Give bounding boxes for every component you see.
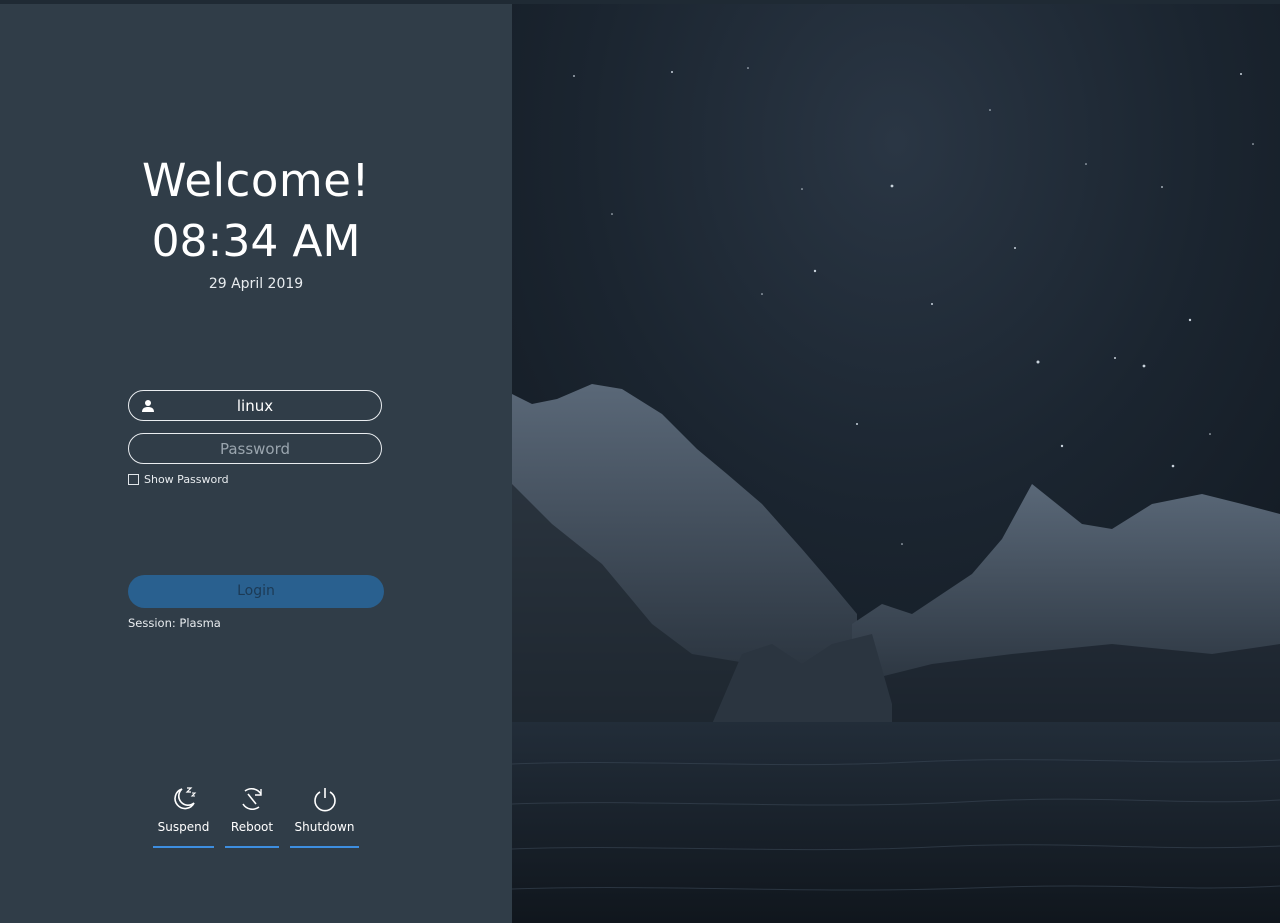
login-button[interactable]: Login (128, 575, 384, 608)
suspend-moon-icon (173, 787, 196, 810)
password-placeholder: Password (219, 440, 291, 458)
show-password-label: Show Password (144, 473, 229, 486)
login-screen: Welcome! 08:34 AM 29 April 2019 linux Pa… (0, 0, 1280, 923)
wallpaper-night-mountains (512, 4, 1280, 923)
username-field[interactable]: linux (128, 390, 382, 421)
suspend-label: Suspend (157, 820, 210, 834)
session-selector[interactable]: Session: Plasma (128, 616, 221, 630)
shutdown-button[interactable]: Shutdown (290, 784, 359, 848)
lake (512, 722, 1280, 923)
suspend-button[interactable]: Suspend (153, 784, 214, 848)
reboot-label: Reboot (230, 820, 274, 834)
welcome-heading: Welcome! (142, 154, 370, 207)
power-icon (313, 788, 336, 812)
username-value: linux (236, 397, 274, 415)
clock-time: 08:34 AM (151, 216, 361, 267)
suspend-underline (153, 846, 214, 848)
shutdown-underline (290, 846, 359, 848)
reboot-icon (242, 787, 262, 811)
reboot-button[interactable]: Reboot (225, 784, 279, 848)
show-password-toggle[interactable]: Show Password (128, 473, 229, 486)
reboot-underline (225, 846, 279, 848)
clock-date: 29 April 2019 (208, 276, 304, 292)
shutdown-label: Shutdown (294, 820, 355, 834)
password-field[interactable]: Password (128, 433, 382, 464)
show-password-checkbox[interactable] (128, 474, 139, 485)
